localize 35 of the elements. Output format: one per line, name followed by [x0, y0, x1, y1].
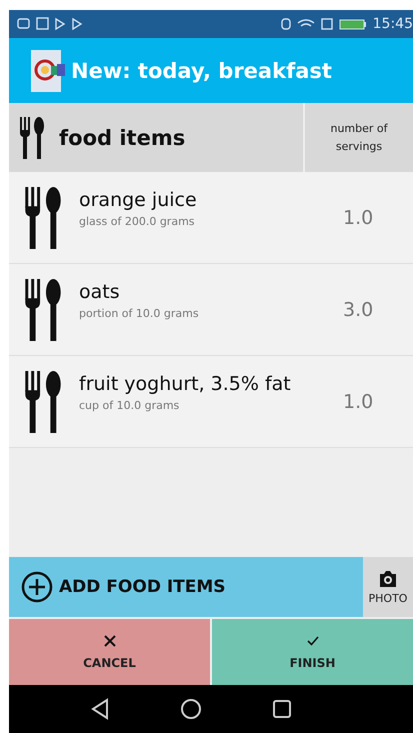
- cutlery-icon: [23, 370, 63, 432]
- play-icon: [55, 17, 66, 31]
- close-icon: [102, 634, 116, 648]
- food-name: fruit yoghurt, 3.5% fat: [79, 373, 292, 395]
- food-row[interactable]: oats portion of 10.0 grams 3.0: [9, 264, 413, 356]
- finish-button[interactable]: FINISH: [212, 619, 413, 685]
- battery-icon: [338, 17, 367, 31]
- servings-value: 3.0: [343, 298, 374, 320]
- food-name: oats: [79, 281, 121, 303]
- food-row[interactable]: orange juice glass of 200.0 grams 1.0: [9, 172, 413, 264]
- clock: 15:45: [372, 16, 413, 32]
- add-food-items-button[interactable]: ADD FOOD ITEMS: [9, 557, 363, 617]
- portion-text: glass of 200.0 grams: [79, 215, 196, 228]
- photo-button[interactable]: PHOTO: [363, 557, 413, 617]
- camera-icon: [378, 570, 398, 588]
- portion-text: portion of 10.0 grams: [79, 307, 200, 320]
- play-icon: [72, 17, 83, 31]
- checkmark-icon: [306, 634, 320, 648]
- food-name: orange juice: [79, 189, 198, 211]
- recents-icon[interactable]: [272, 699, 292, 719]
- servings-value: 1.0: [343, 206, 374, 228]
- servings-value: 1.0: [343, 390, 374, 412]
- home-icon[interactable]: [180, 698, 202, 720]
- plus-circle-icon: [21, 571, 53, 603]
- screen-title: New: today, breakfast: [71, 58, 332, 82]
- cutlery-icon: [23, 186, 63, 248]
- cutlery-icon: [23, 278, 63, 340]
- back-icon[interactable]: [90, 698, 110, 720]
- app-logo-icon: [31, 50, 65, 92]
- food-row[interactable]: fruit yoghurt, 3.5% fat cup of 10.0 grams 1.0: [9, 356, 413, 448]
- servings-heading: number of servings: [329, 120, 389, 154]
- food-items-heading: food items: [59, 126, 186, 150]
- cancel-button[interactable]: CANCEL: [9, 619, 210, 685]
- cutlery-icon: [19, 116, 45, 158]
- portion-text: cup of 10.0 grams: [79, 399, 180, 412]
